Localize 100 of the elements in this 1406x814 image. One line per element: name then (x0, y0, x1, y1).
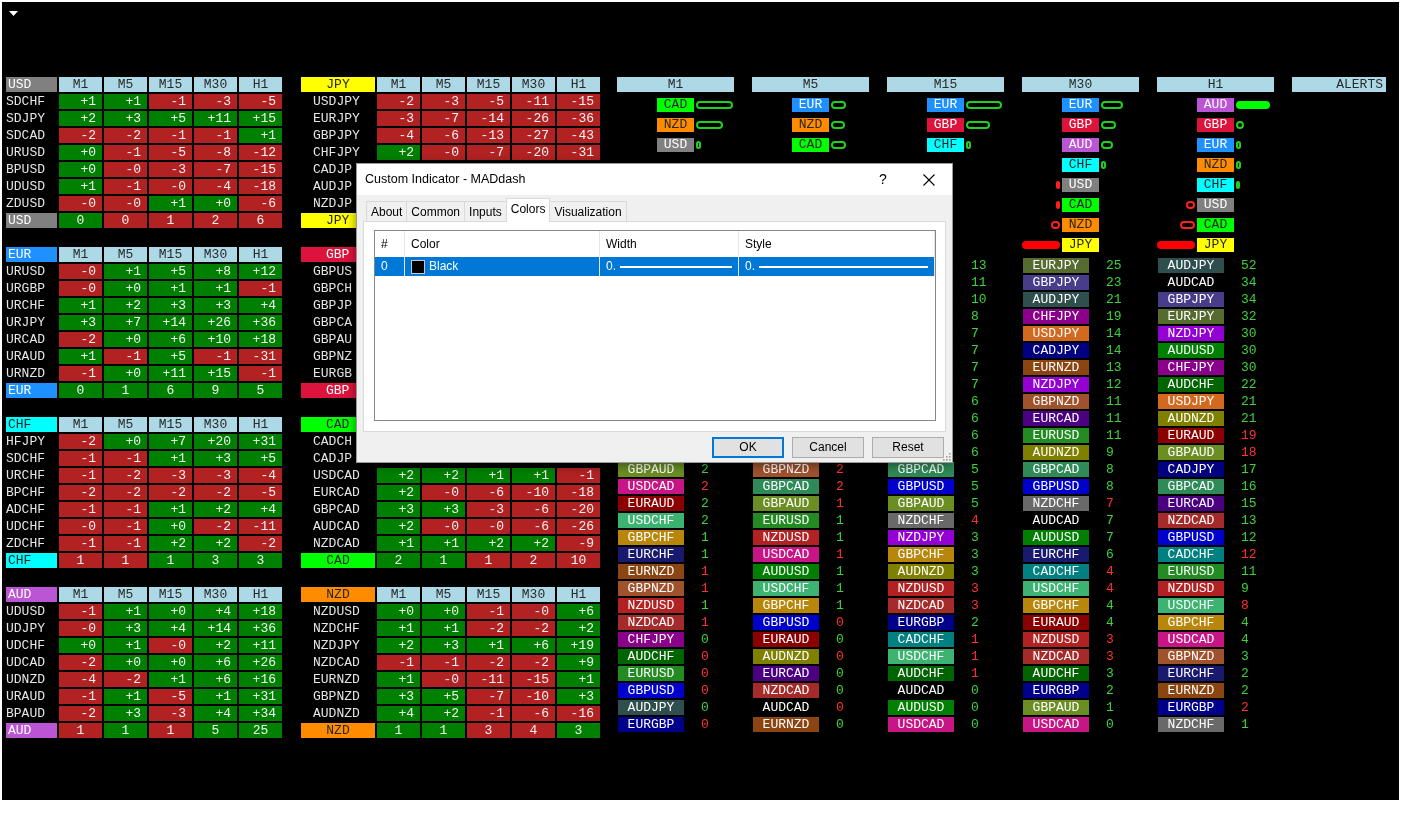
dialog-button[interactable]: Cancel (792, 437, 864, 458)
score-value: 6 (1106, 547, 1114, 562)
caret-icon[interactable] (9, 11, 18, 16)
value-cell: -1 (239, 366, 282, 381)
pair-name: USDCHF (618, 513, 684, 528)
score-value: 0 (701, 700, 709, 715)
timeframe-header: M15 (149, 417, 192, 432)
timeframe-header: M15 (887, 77, 1004, 92)
value-cell: -1 (104, 179, 147, 194)
value-cell: +26 (239, 655, 282, 670)
total-cell: 5 (239, 383, 282, 398)
pair-name: CADCHF (1023, 564, 1089, 579)
total-cell: 1 (149, 213, 192, 228)
pair-label: URJPY (6, 315, 45, 330)
score-value: 7 (971, 326, 979, 341)
currency-badge: USD (1062, 178, 1099, 192)
value-cell: +8 (194, 264, 237, 279)
pair-label: NZDCAD (313, 536, 360, 551)
pair-name: EURNZD (1158, 683, 1224, 698)
score-value: 32 (1241, 309, 1257, 324)
value-cell: -2 (194, 519, 237, 534)
pair-name: AUDJPY (618, 700, 684, 715)
value-cell: +2 (104, 298, 147, 313)
value-cell: -0 (59, 264, 102, 279)
pair-label: USDCAD (313, 468, 360, 483)
pair-label: NZDJP (313, 196, 352, 211)
currency-label: NZD (301, 723, 375, 738)
score-value: 8 (1241, 598, 1249, 613)
currency-label: USD (6, 77, 57, 92)
value-cell: +0 (149, 655, 192, 670)
value-cell: +0 (59, 162, 102, 177)
pair-name: NZDUSD (753, 530, 819, 545)
value-cell: +18 (239, 332, 282, 347)
pair-label: AUDCAD (313, 519, 360, 534)
help-button[interactable]: ? (860, 164, 906, 195)
value-cell: +4 (239, 298, 282, 313)
value-cell: +5 (149, 349, 192, 364)
score-value: 4 (1106, 564, 1114, 579)
pair-name: GBPAUD (888, 496, 954, 511)
value-cell: -0 (59, 196, 102, 211)
dialog-button[interactable]: Reset (872, 437, 944, 458)
value-cell: -7 (467, 145, 510, 160)
currency-badge: CHF (1062, 158, 1099, 172)
tab[interactable]: About (366, 201, 408, 221)
total-cell: 1 (422, 723, 465, 738)
timeframe-header: M1 (59, 417, 102, 432)
score-value: 11 (971, 275, 987, 290)
value-cell: +5 (149, 111, 192, 126)
value-cell: -15 (239, 162, 282, 177)
dialog-button[interactable]: OK (712, 437, 784, 458)
value-cell: -0 (422, 485, 465, 500)
value-cell: -15 (557, 94, 600, 109)
score-value: 7 (971, 377, 979, 392)
list-row[interactable]: 0 Black 0. 0. (375, 257, 935, 276)
value-cell: +26 (194, 315, 237, 330)
value-cell: +1 (149, 502, 192, 517)
currency-badge: NZD (792, 118, 829, 132)
value-cell: +1 (467, 638, 510, 653)
value-cell: +2 (377, 519, 420, 534)
score-value: 3 (1106, 649, 1114, 664)
score-value: 7 (1106, 513, 1114, 528)
pair-label: ZDCHF (6, 536, 45, 551)
pair-label: CADJP (313, 451, 352, 466)
resize-grip-icon[interactable] (942, 452, 951, 461)
pair-name: NZDCAD (1158, 513, 1224, 528)
value-cell: -10 (512, 485, 555, 500)
pair-name: GBPUSD (753, 615, 819, 630)
value-cell: +1 (377, 621, 420, 636)
pair-name: AUDCHF (1023, 666, 1089, 681)
tab[interactable]: Visualization (549, 201, 627, 221)
pair-name: USDCHF (753, 581, 819, 596)
timeframe-header: H1 (239, 417, 282, 432)
value-cell: -2 (104, 128, 147, 143)
pair-name: AUDUSD (1023, 530, 1089, 545)
pair-name: EURAUD (1023, 615, 1089, 630)
score-value: 3 (1106, 632, 1114, 647)
score-value: 1 (701, 564, 709, 579)
value-cell: +2 (557, 621, 600, 636)
total-cell: 1 (422, 553, 465, 568)
pair-name: AUDNZD (1023, 445, 1089, 460)
score-value: 17 (1241, 462, 1257, 477)
score-value: 1 (836, 513, 844, 528)
value-cell: -3 (149, 162, 192, 177)
timeframe-header: M30 (512, 587, 555, 602)
pair-name: EURNZD (618, 564, 684, 579)
timeframe-header: M1 (377, 587, 420, 602)
tab[interactable]: Colors (505, 198, 551, 222)
pair-label: CADCH (313, 434, 352, 449)
value-cell: -31 (557, 145, 600, 160)
score-value: 0 (971, 683, 979, 698)
tab[interactable]: Inputs (464, 201, 507, 221)
value-cell: -1 (59, 366, 102, 381)
value-cell: -7 (467, 689, 510, 704)
close-icon[interactable] (923, 173, 935, 186)
currency-badge: EUR (927, 98, 964, 112)
pair-name: GBPUSD (1023, 479, 1089, 494)
total-cell: 0 (104, 213, 147, 228)
pair-name: EURUSD (753, 513, 819, 528)
pair-name: CADJPY (1158, 462, 1224, 477)
pair-name: EURNZD (753, 717, 819, 732)
